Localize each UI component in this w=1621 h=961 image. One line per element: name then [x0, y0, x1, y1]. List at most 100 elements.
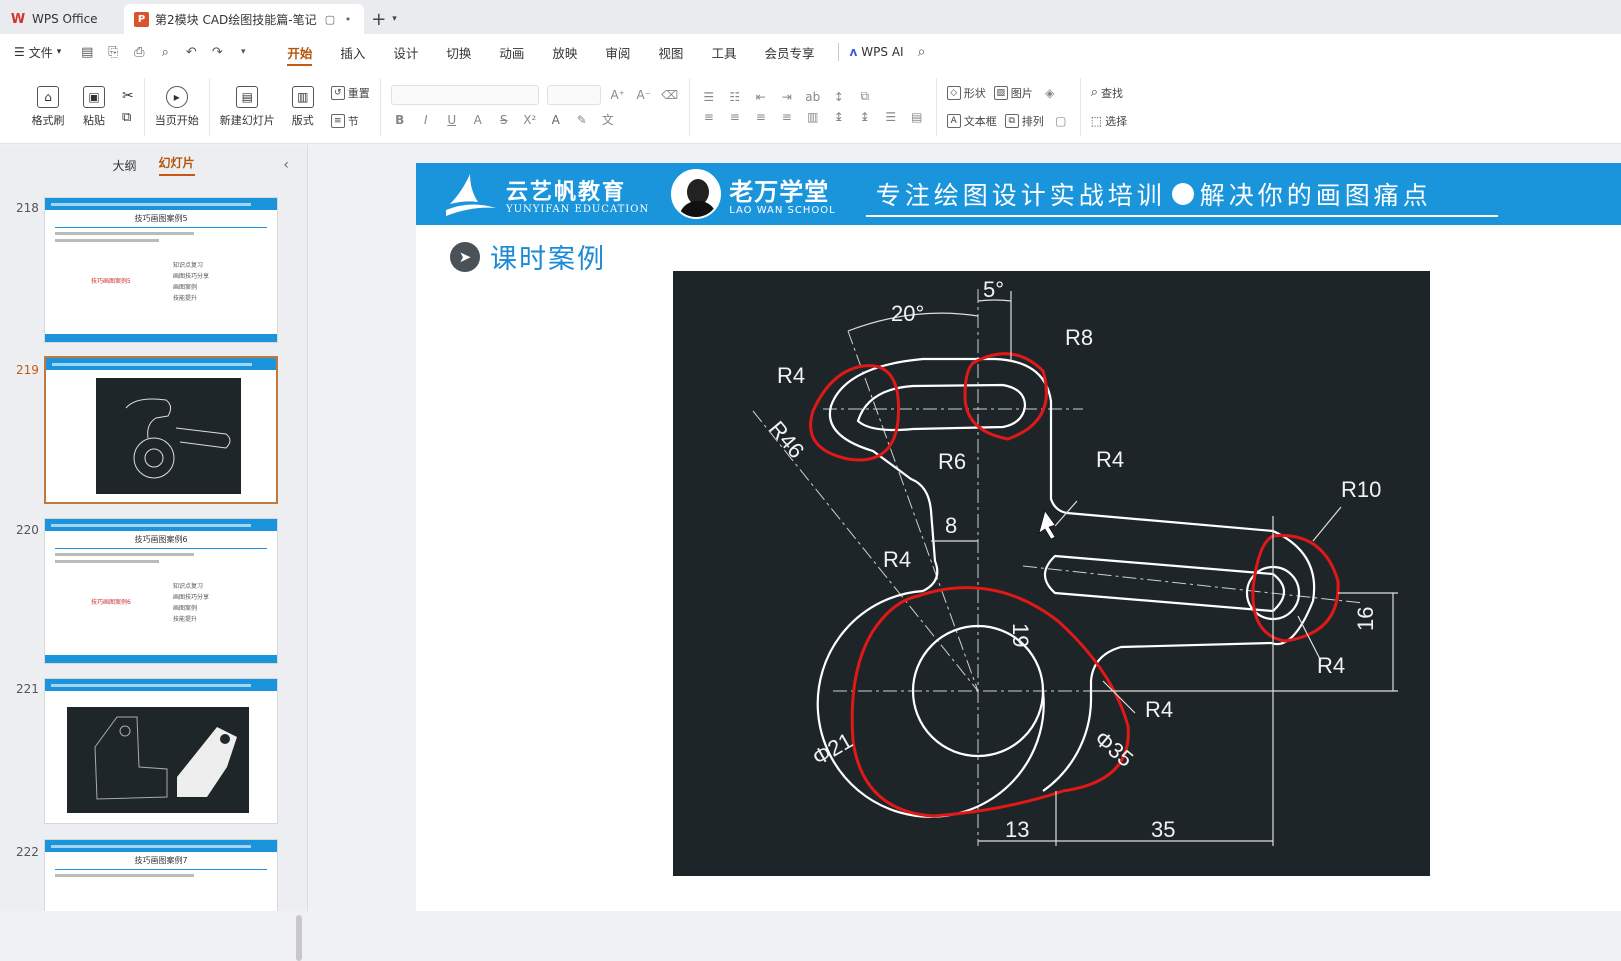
tab-review[interactable]: 审阅 — [591, 34, 644, 70]
search-icon[interactable]: ⌕ — [918, 44, 926, 60]
chevron-down-icon[interactable]: ▾ — [392, 14, 397, 24]
paste-button[interactable]: ▣ 粘贴 — [76, 85, 112, 128]
button-label: 图片 — [1010, 86, 1033, 100]
text-align-icon[interactable]: ▤ — [908, 110, 926, 124]
new-tab-button[interactable]: + ▾ — [364, 4, 404, 34]
underline-icon[interactable]: U — [443, 113, 461, 127]
convert-icon[interactable]: ⧉ — [856, 89, 874, 104]
columns-icon[interactable]: ▥ — [804, 110, 822, 124]
arrange-button[interactable]: ⧉ 排列 — [1004, 110, 1044, 132]
dim-13: 13 — [1005, 817, 1029, 842]
dim-r4: R4 — [1096, 447, 1124, 472]
chevron-down-icon[interactable]: ▾ — [235, 44, 251, 60]
align-center-icon[interactable]: ≡ — [726, 110, 744, 124]
dim-r6: R6 — [938, 449, 966, 474]
tab-slides[interactable]: 幻灯片 — [158, 154, 195, 176]
current-slide[interactable]: 云艺帆教育 YUNYIFAN EDUCATION 老万学堂 LAO WAN SC… — [416, 163, 1621, 911]
bullets-icon[interactable]: ☰ — [700, 90, 718, 104]
print-preview-icon[interactable]: ⌕ — [157, 44, 173, 60]
clear-format-icon[interactable]: ⌫ — [661, 88, 679, 102]
align-right-icon[interactable]: ≡ — [752, 110, 770, 124]
numbering-icon[interactable]: ☷ — [726, 90, 744, 104]
collapse-panel-icon[interactable]: ‹ — [283, 157, 289, 173]
line-spacing-icon[interactable]: ↨ — [830, 110, 848, 124]
cad-drawing[interactable]: 5° 20° R8 R4 R46 R6 R4 R10 8 R4 19 16 R4… — [673, 271, 1430, 876]
justify-icon[interactable]: ≡ — [778, 110, 796, 124]
tab-transitions[interactable]: 切换 — [432, 34, 485, 70]
bold-icon[interactable]: B — [391, 113, 409, 127]
dim-angle-20: 20° — [891, 301, 924, 326]
tab-membership[interactable]: 会员专享 — [750, 34, 828, 70]
slide-number: 221 — [16, 682, 39, 696]
tab-insert[interactable]: 插入 — [326, 34, 379, 70]
print-icon[interactable]: ⎙ — [131, 44, 147, 60]
shape-button[interactable]: ◇ 形状 — [946, 82, 986, 104]
highlight-icon[interactable]: ✎ — [573, 113, 591, 127]
tab-animations[interactable]: 动画 — [485, 34, 538, 70]
panel-tabs: 大纲 幻灯片 ‹ — [0, 145, 307, 185]
tab-tools[interactable]: 工具 — [697, 34, 750, 70]
char-spacing-icon[interactable]: 文 — [599, 111, 617, 128]
slogan-underline — [866, 215, 1498, 217]
shrink-font-icon[interactable]: A⁻ — [635, 88, 653, 102]
dim-16: 16 — [1353, 607, 1378, 631]
save-icon[interactable]: ▤ — [79, 44, 95, 60]
outline-icon[interactable]: ▢ — [1052, 114, 1070, 128]
close-tab-icon[interactable]: • — [342, 13, 354, 26]
hamburger-icon: ☰ — [14, 45, 25, 59]
redo-icon[interactable]: ↷ — [209, 44, 225, 60]
picture-button[interactable]: ▨ 图片 — [993, 82, 1033, 104]
slide-thumbnail-218[interactable]: 技巧画图案例5 技巧画图案例5 知识点复习 画图技巧分享 画图案例 技能提升 — [44, 197, 278, 343]
format-painter-button[interactable]: ⌂ 格式刷 — [30, 85, 66, 128]
export-icon[interactable]: ⎘ — [105, 44, 121, 60]
select-button[interactable]: ⬚ 选择 — [1091, 110, 1127, 132]
decrease-indent-icon[interactable]: ⇤ — [752, 90, 770, 104]
tab-design[interactable]: 设计 — [379, 34, 432, 70]
find-button[interactable]: ⌕ 查找 — [1091, 82, 1127, 104]
wps-ai-button[interactable]: ᴧ WPS AI — [849, 45, 903, 59]
tab-outline[interactable]: 大纲 — [112, 157, 136, 174]
superscript-icon[interactable]: X² — [521, 113, 539, 127]
tab-document[interactable]: P 第2模块 CAD绘图技能篇-笔记 ▢ • — [124, 4, 364, 34]
font-family-select[interactable] — [390, 85, 539, 105]
section-button[interactable]: ≡ 节 — [330, 110, 370, 132]
tab-slideshow[interactable]: 放映 — [538, 34, 591, 70]
slide-thumbnail-221[interactable] — [44, 678, 278, 824]
new-slide-icon: ▤ — [236, 85, 259, 108]
reset-button[interactable]: ↺ 重置 — [330, 82, 370, 104]
tab-home[interactable]: 开始 — [273, 34, 326, 70]
panel-scrollbar[interactable] — [296, 915, 302, 961]
tab-view[interactable]: 视图 — [644, 34, 697, 70]
list-level-icon[interactable]: ☰ — [882, 110, 900, 124]
sail-logo-icon — [444, 170, 498, 218]
thumb-text-line — [55, 232, 195, 235]
text-direction-icon[interactable]: ab — [804, 90, 822, 104]
copy-icon[interactable]: ⧉ — [122, 110, 134, 125]
fill-icon[interactable]: ◈ — [1041, 86, 1059, 100]
textbox-button[interactable]: A 文本框 — [946, 110, 997, 132]
increase-indent-icon[interactable]: ⇥ — [778, 90, 796, 104]
slide-thumbnail-220[interactable]: 技巧画图案例6 技巧画图案例6 知识点复习 画图技巧分享 画图案例 技能提升 — [44, 518, 278, 664]
cut-icon[interactable]: ✂ — [122, 88, 134, 104]
slides-group: ▤ 新建幻灯片 ▥ 版式 ↺ 重置 ≡ 节 — [210, 77, 381, 136]
layout-button[interactable]: ▥ 版式 — [285, 85, 321, 128]
new-slide-button[interactable]: ▤ 新建幻灯片 — [220, 85, 275, 128]
dim-r4: R4 — [1145, 697, 1173, 722]
sort-icon[interactable]: ↕ — [830, 90, 848, 104]
play-from-current-button[interactable]: ▸ 当页开始 — [155, 85, 199, 128]
align-left-icon[interactable]: ≡ — [700, 110, 718, 124]
strikethrough-icon[interactable]: S — [495, 113, 513, 127]
file-menu[interactable]: ☰ 文件 ▾ — [14, 44, 61, 61]
para-spacing-icon[interactable]: ↨ — [856, 110, 874, 124]
comment-icon[interactable]: ▢ — [324, 13, 336, 26]
brand-laowan: 老万学堂 LAO WAN SCHOOL — [729, 172, 836, 216]
slide-thumbnail-222[interactable]: 技巧画图案例7 — [44, 839, 278, 911]
text-effect-icon[interactable]: A — [469, 113, 487, 127]
font-size-select[interactable] — [546, 85, 601, 105]
italic-icon[interactable]: I — [417, 113, 435, 127]
font-color-icon[interactable]: A — [547, 113, 565, 127]
tab-wps-home[interactable]: W WPS Office — [0, 4, 124, 34]
undo-icon[interactable]: ↶ — [183, 44, 199, 60]
slide-thumbnail-219[interactable] — [44, 356, 278, 504]
grow-font-icon[interactable]: A⁺ — [609, 88, 627, 102]
